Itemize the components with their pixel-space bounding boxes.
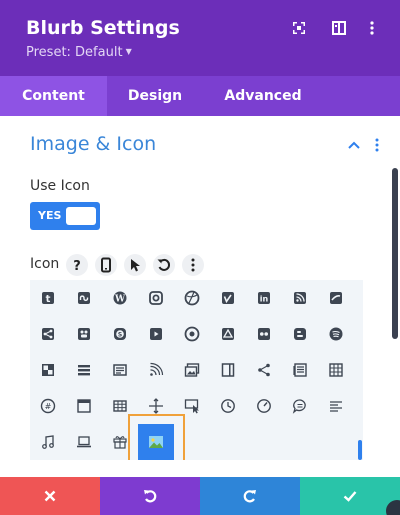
news-icon[interactable]: [282, 352, 318, 388]
tab-advanced[interactable]: Advanced: [203, 76, 323, 116]
instagram-icon[interactable]: [138, 280, 174, 316]
svg-text:?: ?: [73, 259, 81, 273]
use-icon-label: Use Icon: [30, 178, 90, 194]
tab-design[interactable]: Design: [107, 76, 203, 116]
modal-title: Blurb Settings: [26, 17, 180, 39]
rss-icon[interactable]: [282, 280, 318, 316]
settings-content: Image & Icon Use Icon YES Icon ? t W in: [0, 116, 400, 477]
use-icon-toggle[interactable]: YES: [30, 202, 100, 230]
hashtag-icon[interactable]: #: [30, 388, 66, 424]
svg-text:W: W: [114, 295, 126, 305]
reset-icon[interactable]: [153, 254, 175, 276]
google-drive-icon[interactable]: [210, 316, 246, 352]
toggle-state-text: YES: [38, 209, 62, 222]
blogger-icon[interactable]: [282, 316, 318, 352]
settings-header: Blurb Settings Preset: Default ▼: [0, 0, 400, 76]
music-icon[interactable]: [30, 424, 66, 460]
chevron-up-icon[interactable]: [347, 140, 361, 150]
stumbleupon-icon[interactable]: [66, 280, 102, 316]
discard-button[interactable]: [0, 477, 100, 515]
discard-icon: [44, 490, 56, 502]
myspace-icon[interactable]: [66, 316, 102, 352]
dribbble-icon[interactable]: [174, 280, 210, 316]
redo-icon: [243, 490, 256, 503]
undo-button[interactable]: [100, 477, 200, 515]
newspaper-icon[interactable]: [102, 352, 138, 388]
chat-icon[interactable]: [282, 388, 318, 424]
tumblr-icon[interactable]: t: [30, 280, 66, 316]
svg-text:#: #: [45, 402, 52, 411]
delicious-icon[interactable]: [30, 352, 66, 388]
icon-label: Icon: [30, 256, 60, 272]
tab-bar: Content Design Advanced: [0, 76, 400, 116]
icon-picker-grid: t W in S #: [30, 280, 363, 460]
section-title[interactable]: Image & Icon: [30, 133, 156, 155]
svg-text:S: S: [118, 332, 122, 339]
preset-label: Preset: Default: [26, 45, 123, 60]
help-icon[interactable]: ?: [66, 254, 88, 276]
caret-down-icon: ▼: [125, 47, 132, 56]
speedometer-icon[interactable]: [246, 388, 282, 424]
skype-icon[interactable]: S: [102, 316, 138, 352]
text-align-icon[interactable]: [318, 388, 354, 424]
panel-scrollbar[interactable]: [392, 168, 398, 339]
table-icon[interactable]: [318, 352, 354, 388]
save-icon: [343, 491, 357, 502]
move-icon[interactable]: [138, 388, 174, 424]
svg-text:t: t: [46, 294, 51, 305]
expand-icon[interactable]: [290, 19, 308, 37]
linkedin-icon[interactable]: in: [246, 280, 282, 316]
cursor-screen-icon[interactable]: [174, 388, 210, 424]
flickr-icon[interactable]: [246, 316, 282, 352]
book-icon[interactable]: [210, 352, 246, 388]
undo-icon: [144, 490, 157, 503]
mobile-icon[interactable]: [95, 254, 117, 276]
image-icon-selected[interactable]: [138, 424, 174, 460]
share-alt-icon[interactable]: [246, 352, 282, 388]
gift-icon[interactable]: [102, 424, 138, 460]
browser-icon[interactable]: [66, 388, 102, 424]
section-menu-icon[interactable]: [372, 137, 382, 153]
toggle-knob: [66, 207, 96, 225]
more-vertical-icon[interactable]: [182, 254, 204, 276]
laptop-icon[interactable]: [66, 424, 102, 460]
picasa-icon[interactable]: [174, 316, 210, 352]
preset-dropdown[interactable]: Preset: Default ▼: [26, 45, 132, 60]
vimeo-icon[interactable]: [210, 280, 246, 316]
sidebar-toggle-icon[interactable]: [330, 19, 348, 37]
share-icon[interactable]: [30, 316, 66, 352]
list-icon[interactable]: [66, 352, 102, 388]
cursor-icon[interactable]: [124, 254, 146, 276]
rss-alt-icon[interactable]: [138, 352, 174, 388]
grid-icon[interactable]: [102, 388, 138, 424]
svg-text:in: in: [260, 295, 269, 304]
wordpress-icon[interactable]: W: [102, 280, 138, 316]
redo-button[interactable]: [200, 477, 300, 515]
tab-content[interactable]: Content: [0, 76, 107, 116]
more-vertical-icon[interactable]: [363, 19, 381, 37]
icon-grid-scrollbar[interactable]: [358, 440, 362, 460]
images-icon[interactable]: [174, 352, 210, 388]
youtube-icon[interactable]: [138, 316, 174, 352]
deviantart-icon[interactable]: [318, 280, 354, 316]
save-button[interactable]: [300, 477, 400, 515]
history-icon[interactable]: [210, 388, 246, 424]
spotify-icon[interactable]: [318, 316, 354, 352]
action-footer: [0, 477, 400, 515]
